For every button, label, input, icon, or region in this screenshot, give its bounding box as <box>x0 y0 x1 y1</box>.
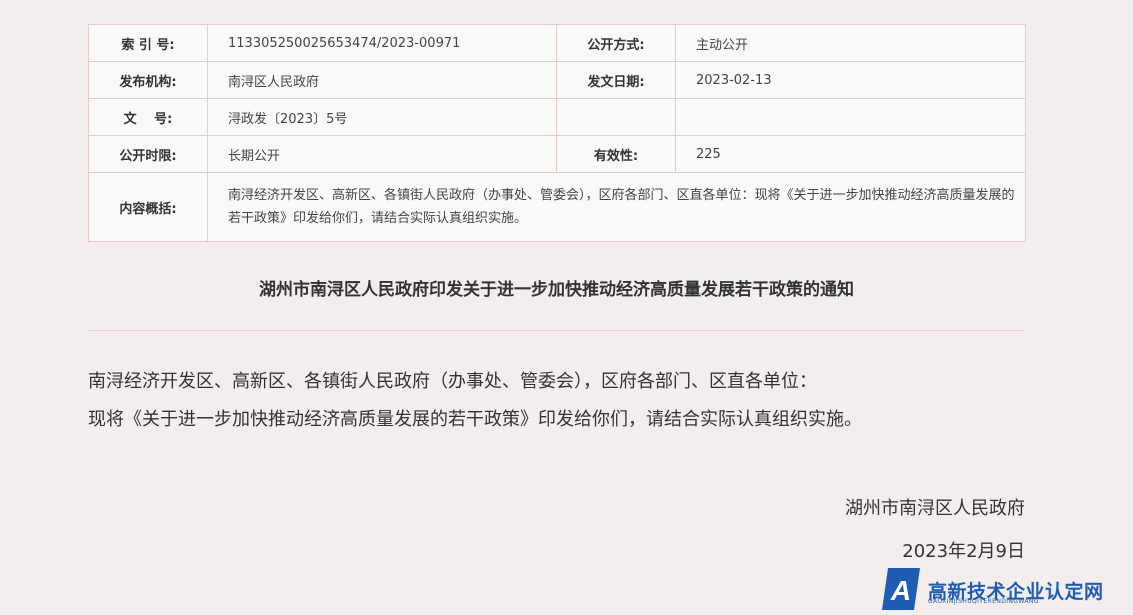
watermark-logo-letter: A <box>890 575 911 606</box>
validity-value: 225 <box>675 135 1026 173</box>
doc-number-value: 浔政发〔2023〕5号 <box>207 98 557 136</box>
metadata-row: 索 引 号: 113305250025653474/2023-00971 公开方… <box>88 24 1026 62</box>
disclosure-method-value: 主动公开 <box>675 24 1026 62</box>
body-paragraph-content: 现将《关于进一步加快推动经济高质量发展的若干政策》印发给你们，请结合实际认真组织… <box>88 409 862 430</box>
document-body: 南浔经济开发区、高新区、各镇街人民政府（办事处、管委会），区府各部门、区直各单位… <box>88 363 1025 439</box>
metadata-row: 文 号: 浔政发〔2023〕5号 <box>88 98 1026 136</box>
watermark-logo-icon: A <box>882 568 920 610</box>
empty-label-cell <box>556 98 676 136</box>
disclosure-period-value: 长期公开 <box>207 135 557 173</box>
index-number-label: 索 引 号: <box>88 24 208 62</box>
signature-date: 2023年2月9日 <box>902 541 1025 562</box>
validity-label: 有效性: <box>556 135 676 173</box>
document-metadata-table: 索 引 号: 113305250025653474/2023-00971 公开方… <box>88 24 1026 242</box>
empty-value-cell <box>675 98 1026 136</box>
body-paragraph-salutation: 南浔经济开发区、高新区、各镇街人民政府（办事处、管委会），区府各部门、区直各单位… <box>88 371 817 392</box>
disclosure-method-label: 公开方式: <box>556 24 676 62</box>
issue-date-value: 2023-02-13 <box>675 61 1026 99</box>
divider <box>88 330 1025 331</box>
index-number-value: 113305250025653474/2023-00971 <box>207 24 557 62</box>
metadata-row: 公开时限: 长期公开 有效性: 225 <box>88 135 1026 173</box>
signature-organization: 湖州市南浔区人民政府 <box>845 498 1025 519</box>
site-watermark: A 高新技术企业认定网 GAOXINJISHUQIYERENDINGWANG <box>880 566 1130 612</box>
disclosure-period-label: 公开时限: <box>88 135 208 173</box>
summary-value: 南浔经济开发区、高新区、各镇街人民政府（办事处、管委会），区府各部门、区直各单位… <box>207 172 1026 242</box>
publisher-label: 发布机构: <box>88 61 208 99</box>
watermark-site-pinyin: GAOXINJISHUQIYERENDINGWANG <box>928 598 1039 605</box>
summary-label: 内容概括: <box>88 172 208 242</box>
publisher-value: 南浔区人民政府 <box>207 61 557 99</box>
doc-number-label: 文 号: <box>88 98 208 136</box>
issue-date-label: 发文日期: <box>556 61 676 99</box>
metadata-row: 内容概括: 南浔经济开发区、高新区、各镇街人民政府（办事处、管委会），区府各部门… <box>88 172 1026 242</box>
metadata-row: 发布机构: 南浔区人民政府 发文日期: 2023-02-13 <box>88 61 1026 99</box>
document-title: 湖州市南浔区人民政府印发关于进一步加快推动经济高质量发展若干政策的通知 <box>259 280 854 300</box>
